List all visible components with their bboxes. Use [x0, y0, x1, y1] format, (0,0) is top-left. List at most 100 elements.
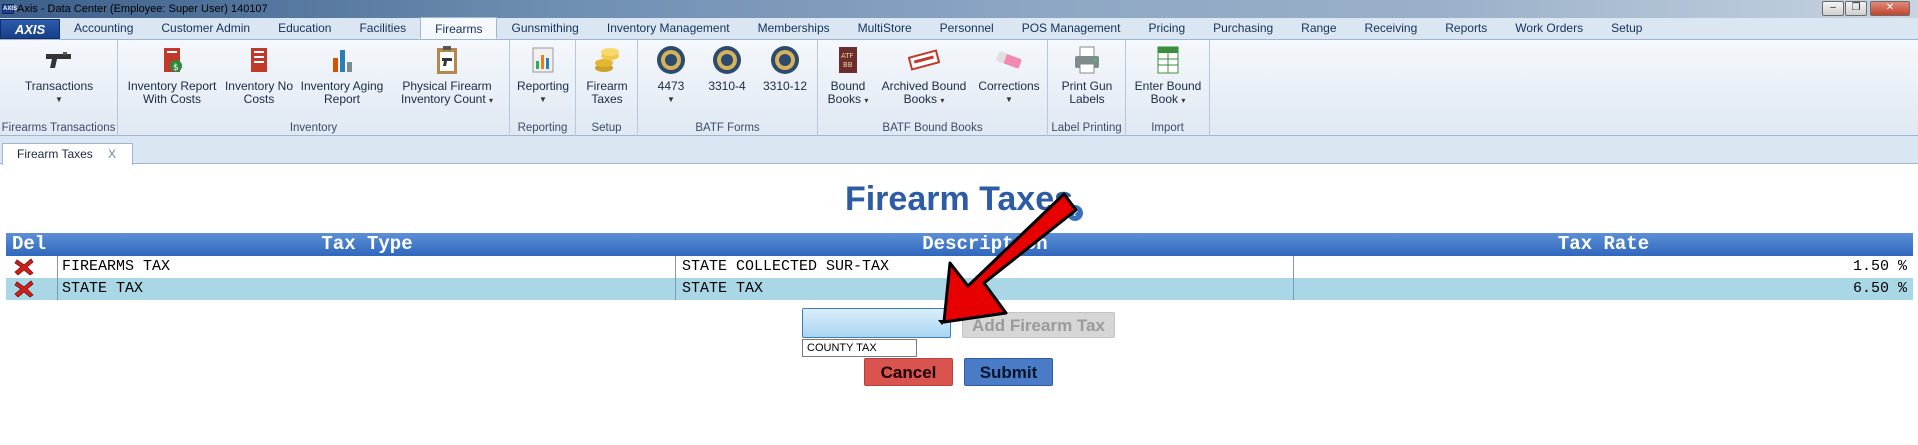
- reporting-button[interactable]: Reporting ▼: [514, 42, 572, 120]
- close-button[interactable]: ✕: [1870, 1, 1910, 16]
- close-tab-icon[interactable]: X: [108, 144, 116, 164]
- menu-tab-customer-admin[interactable]: Customer Admin: [147, 17, 264, 39]
- chevron-down-icon: ▾: [940, 96, 945, 105]
- form-3310-12-label: 3310-12: [762, 79, 808, 93]
- form-4473-button[interactable]: 4473 ▼: [646, 42, 696, 120]
- pistol-icon: [43, 44, 75, 76]
- physical-firearm-inventory-count-button[interactable]: Physical Firearm Inventory Count ▾: [390, 42, 504, 120]
- delete-cell: [6, 256, 58, 278]
- menu-tab-facilities[interactable]: Facilities: [345, 17, 420, 39]
- form-3310-12-button[interactable]: 3310-12: [756, 42, 814, 120]
- batf-seal-icon: [655, 44, 687, 76]
- corrections-button[interactable]: Corrections ▼: [976, 42, 1042, 120]
- ribbon-group-label-printing: Print Gun Labels Label Printing: [1048, 40, 1126, 136]
- menu-tab-gunsmithing[interactable]: Gunsmithing: [497, 17, 592, 39]
- tax-grid: Del Tax Type Description Tax Rate FIREAR…: [6, 233, 1913, 300]
- tax-rate-cell: 6.50 %: [1852, 280, 1907, 297]
- form-4473-label: 4473: [657, 79, 685, 93]
- delete-cell: [6, 278, 58, 300]
- menu-tab-multistore[interactable]: MultiStore: [844, 17, 926, 39]
- menu-tab-accounting[interactable]: Accounting: [60, 17, 147, 39]
- menu-tab-pos-management[interactable]: POS Management: [1008, 17, 1135, 39]
- inventory-aging-report-button[interactable]: Inventory Aging Report: [298, 42, 386, 120]
- form-3310-4-button[interactable]: 3310-4: [700, 42, 754, 120]
- physical-firearm-label-2: Inventory Count ▾: [400, 92, 494, 106]
- submit-button[interactable]: Submit: [964, 358, 1053, 386]
- archived-bound-books-label-2: Books ▾: [903, 92, 945, 106]
- doc-tab-firearm-taxes[interactable]: Firearm Taxes X: [2, 143, 133, 165]
- chevron-down-icon: ▾: [489, 96, 494, 105]
- ribbon-group-setup: Firearm Taxes Setup: [576, 40, 638, 136]
- main-menu-bar: AXIS Accounting Customer Admin Education…: [0, 17, 1918, 40]
- clipboard-pistol-icon: [431, 44, 463, 76]
- ribbon-group-batf-forms: 4473 ▼ 3310-4 3310-12 BATF Forms: [638, 40, 818, 136]
- atf-book-icon: ATF BB: [832, 44, 864, 76]
- inventory-no-costs-button[interactable]: Inventory No Costs: [222, 42, 296, 120]
- tax-type-cell: FIREARMS TAX: [58, 256, 676, 278]
- table-row: STATE TAX STATE TAX 6.50 %: [6, 278, 1913, 300]
- page-title: Firearm Taxes: [844, 180, 1074, 218]
- aging-chart-icon: [326, 44, 358, 76]
- print-gun-labels-button[interactable]: Print Gun Labels: [1056, 42, 1118, 120]
- menu-tab-reports[interactable]: Reports: [1431, 17, 1501, 39]
- menu-tab-setup[interactable]: Setup: [1597, 17, 1656, 39]
- menu-tab-firearms[interactable]: Firearms: [420, 17, 498, 39]
- group-label-import: Import: [1151, 122, 1184, 134]
- cancel-button[interactable]: Cancel: [864, 358, 953, 386]
- bound-books-label-2: Books ▾: [827, 92, 869, 106]
- chevron-down-icon: ▾: [1181, 96, 1186, 105]
- delete-x-icon[interactable]: [14, 280, 34, 298]
- ribbon-group-reporting: Reporting ▼ Reporting: [510, 40, 576, 136]
- spreadsheet-icon: [1152, 44, 1184, 76]
- inventory-aging-report-label-2: Report: [323, 92, 361, 106]
- inventory-report-with-costs-label-2: With Costs: [142, 92, 201, 106]
- corrections-label: Corrections: [978, 79, 1040, 93]
- chevron-down-icon: ▼: [539, 95, 547, 104]
- coins-icon: [591, 44, 623, 76]
- bound-books-button[interactable]: ATF BB Bound Books ▾: [826, 42, 870, 120]
- menu-tab-work-orders[interactable]: Work Orders: [1501, 17, 1597, 39]
- tax-type-cell: STATE TAX: [58, 278, 676, 300]
- firearm-taxes-button[interactable]: Firearm Taxes: [580, 42, 634, 120]
- chevron-down-icon[interactable]: [938, 320, 946, 325]
- axis-logo[interactable]: AXIS: [0, 18, 60, 39]
- menu-tab-receiving[interactable]: Receiving: [1351, 17, 1432, 39]
- description-cell: STATE TAX: [676, 278, 1294, 300]
- menu-tab-purchasing[interactable]: Purchasing: [1199, 17, 1287, 39]
- menu-tab-inventory-management[interactable]: Inventory Management: [593, 17, 744, 39]
- ribbon-group-batf-bound-books: ATF BB Bound Books ▾ Archived Bound Books…: [818, 40, 1048, 136]
- menu-tab-education[interactable]: Education: [264, 17, 345, 39]
- document-tab-strip: Firearm Taxes X: [0, 136, 1918, 165]
- menu-tab-memberships[interactable]: Memberships: [744, 17, 844, 39]
- group-label-label-printing: Label Printing: [1051, 122, 1122, 134]
- tax-dropdown-list: COUNTY TAX: [802, 339, 917, 357]
- dropdown-option-county-tax[interactable]: COUNTY TAX: [803, 340, 916, 356]
- add-firearm-tax-button[interactable]: Add Firearm Tax: [962, 312, 1115, 338]
- eraser-icon: [993, 44, 1025, 76]
- group-label-batf-forms: BATF Forms: [695, 122, 760, 134]
- archived-bound-books-button[interactable]: Archived Bound Books ▾: [876, 42, 972, 120]
- inventory-report-with-costs-button[interactable]: $ Inventory Report With Costs: [124, 42, 220, 120]
- tax-type-select[interactable]: [802, 308, 951, 338]
- minimize-button[interactable]: –: [1822, 1, 1844, 16]
- printer-icon: [1071, 44, 1103, 76]
- description-cell: STATE COLLECTED SUR-TAX: [676, 256, 1294, 278]
- header-description: Description: [922, 233, 1048, 255]
- transactions-label: Transactions: [24, 79, 94, 93]
- window-title: Axis - Data Center (Employee: Super User…: [17, 3, 268, 15]
- enter-bound-book-button[interactable]: Enter Bound Book ▾: [1132, 42, 1204, 120]
- report-costs-icon: $: [156, 44, 188, 76]
- menu-tab-personnel[interactable]: Personnel: [926, 17, 1008, 39]
- archived-stamp-icon: [907, 44, 941, 76]
- restore-button[interactable]: ❐: [1845, 1, 1867, 16]
- batf-seal-icon: [711, 44, 743, 76]
- ribbon-group-inventory: $ Inventory Report With Costs Inventory …: [118, 40, 510, 136]
- chevron-down-icon: ▼: [55, 95, 63, 104]
- menu-tab-pricing[interactable]: Pricing: [1134, 17, 1199, 39]
- doc-tab-label: Firearm Taxes: [17, 147, 93, 161]
- batf-seal-icon: [769, 44, 801, 76]
- help-icon[interactable]: ?: [1067, 205, 1083, 221]
- transactions-button[interactable]: Transactions ▼: [14, 42, 104, 120]
- delete-x-icon[interactable]: [14, 258, 34, 276]
- menu-tab-range[interactable]: Range: [1287, 17, 1350, 39]
